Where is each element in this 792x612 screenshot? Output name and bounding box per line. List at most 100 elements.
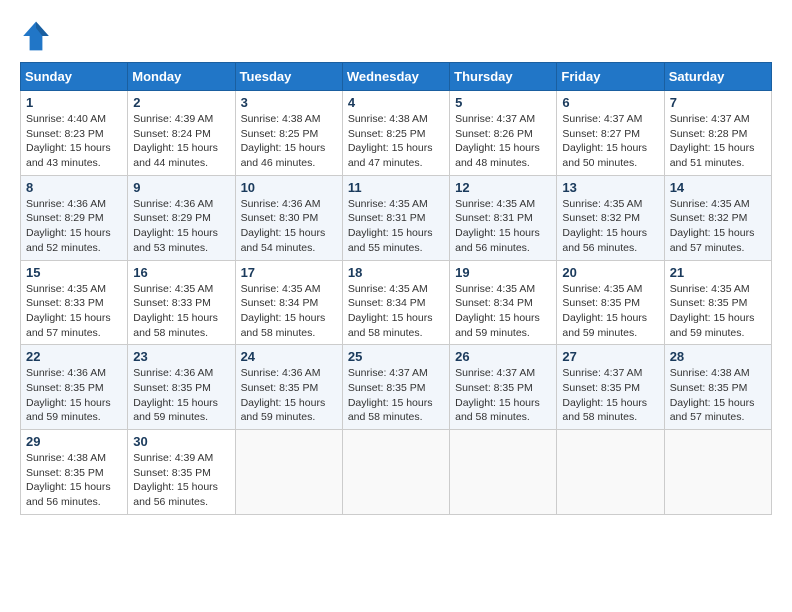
weekday-header-friday: Friday <box>557 63 664 91</box>
calendar-week-5: 29 Sunrise: 4:38 AMSunset: 8:35 PMDayligh… <box>21 430 772 515</box>
calendar-week-4: 22Sunrise: 4:36 AMSunset: 8:35 PMDayligh… <box>21 345 772 430</box>
calendar-week-1: 1Sunrise: 4:40 AMSunset: 8:23 PMDaylight… <box>21 91 772 176</box>
day-info: Sunrise: 4:35 AMSunset: 8:34 PMDaylight:… <box>348 282 444 341</box>
day-info: Sunrise: 4:37 AMSunset: 8:28 PMDaylight:… <box>670 112 766 171</box>
calendar-cell: 7 Sunrise: 4:37 AMSunset: 8:28 PMDaylight… <box>664 91 771 176</box>
day-info: Sunrise: 4:36 AMSunset: 8:35 PMDaylight:… <box>26 366 122 425</box>
day-number: 21 <box>670 265 766 280</box>
weekday-header-monday: Monday <box>128 63 235 91</box>
calendar-cell <box>557 430 664 515</box>
day-info: Sunrise: 4:37 AMSunset: 8:26 PMDaylight:… <box>455 112 551 171</box>
calendar-cell: 3 Sunrise: 4:38 AMSunset: 8:25 PMDaylight… <box>235 91 342 176</box>
calendar-cell: 1Sunrise: 4:40 AMSunset: 8:23 PMDaylight… <box>21 91 128 176</box>
day-number: 24 <box>241 349 337 364</box>
day-number: 16 <box>133 265 229 280</box>
day-info: Sunrise: 4:38 AMSunset: 8:25 PMDaylight:… <box>348 112 444 171</box>
day-info: Sunrise: 4:36 AMSunset: 8:29 PMDaylight:… <box>26 197 122 256</box>
day-number: 7 <box>670 95 766 110</box>
day-number: 20 <box>562 265 658 280</box>
weekday-header-saturday: Saturday <box>664 63 771 91</box>
day-number: 28 <box>670 349 766 364</box>
calendar-cell: 27 Sunrise: 4:37 AMSunset: 8:35 PMDayligh… <box>557 345 664 430</box>
day-number: 13 <box>562 180 658 195</box>
day-number: 27 <box>562 349 658 364</box>
calendar-cell: 17Sunrise: 4:35 AMSunset: 8:34 PMDayligh… <box>235 260 342 345</box>
day-info: Sunrise: 4:37 AMSunset: 8:35 PMDaylight:… <box>455 366 551 425</box>
day-info: Sunrise: 4:38 AMSunset: 8:35 PMDaylight:… <box>670 366 766 425</box>
calendar-cell: 9 Sunrise: 4:36 AMSunset: 8:29 PMDaylight… <box>128 175 235 260</box>
day-info: Sunrise: 4:38 AMSunset: 8:35 PMDaylight:… <box>26 451 122 510</box>
day-info: Sunrise: 4:37 AMSunset: 8:35 PMDaylight:… <box>562 366 658 425</box>
day-info: Sunrise: 4:35 AMSunset: 8:35 PMDaylight:… <box>562 282 658 341</box>
day-info: Sunrise: 4:37 AMSunset: 8:35 PMDaylight:… <box>348 366 444 425</box>
logo <box>20 20 56 52</box>
day-info: Sunrise: 4:35 AMSunset: 8:34 PMDaylight:… <box>241 282 337 341</box>
day-info: Sunrise: 4:36 AMSunset: 8:30 PMDaylight:… <box>241 197 337 256</box>
calendar-cell: 13 Sunrise: 4:35 AMSunset: 8:32 PMDayligh… <box>557 175 664 260</box>
calendar-cell: 26 Sunrise: 4:37 AMSunset: 8:35 PMDayligh… <box>450 345 557 430</box>
calendar-cell: 11 Sunrise: 4:35 AMSunset: 8:31 PMDayligh… <box>342 175 449 260</box>
calendar-cell: 24 Sunrise: 4:36 AMSunset: 8:35 PMDayligh… <box>235 345 342 430</box>
day-info: Sunrise: 4:35 AMSunset: 8:31 PMDaylight:… <box>455 197 551 256</box>
day-number: 12 <box>455 180 551 195</box>
day-info: Sunrise: 4:39 AMSunset: 8:24 PMDaylight:… <box>133 112 229 171</box>
weekday-header-tuesday: Tuesday <box>235 63 342 91</box>
day-number: 9 <box>133 180 229 195</box>
day-number: 30 <box>133 434 229 449</box>
calendar-cell: 14 Sunrise: 4:35 AMSunset: 8:32 PMDayligh… <box>664 175 771 260</box>
day-info: Sunrise: 4:40 AMSunset: 8:23 PMDaylight:… <box>26 112 122 171</box>
calendar-cell: 16 Sunrise: 4:35 AMSunset: 8:33 PMDayligh… <box>128 260 235 345</box>
calendar-cell <box>235 430 342 515</box>
day-info: Sunrise: 4:35 AMSunset: 8:31 PMDaylight:… <box>348 197 444 256</box>
calendar-cell: 18 Sunrise: 4:35 AMSunset: 8:34 PMDayligh… <box>342 260 449 345</box>
calendar-cell <box>664 430 771 515</box>
day-number: 8 <box>26 180 122 195</box>
day-info: Sunrise: 4:35 AMSunset: 8:32 PMDaylight:… <box>562 197 658 256</box>
weekday-header-sunday: Sunday <box>21 63 128 91</box>
calendar-cell: 29 Sunrise: 4:38 AMSunset: 8:35 PMDayligh… <box>21 430 128 515</box>
calendar-cell: 2Sunrise: 4:39 AMSunset: 8:24 PMDaylight… <box>128 91 235 176</box>
calendar-cell: 21 Sunrise: 4:35 AMSunset: 8:35 PMDayligh… <box>664 260 771 345</box>
calendar-cell: 28 Sunrise: 4:38 AMSunset: 8:35 PMDayligh… <box>664 345 771 430</box>
calendar-week-3: 15 Sunrise: 4:35 AMSunset: 8:33 PMDayligh… <box>21 260 772 345</box>
day-number: 14 <box>670 180 766 195</box>
day-number: 15 <box>26 265 122 280</box>
calendar-cell: 10 Sunrise: 4:36 AMSunset: 8:30 PMDayligh… <box>235 175 342 260</box>
calendar-cell <box>342 430 449 515</box>
calendar-cell: 6Sunrise: 4:37 AMSunset: 8:27 PMDaylight… <box>557 91 664 176</box>
day-info: Sunrise: 4:36 AMSunset: 8:35 PMDaylight:… <box>133 366 229 425</box>
calendar-cell: 8 Sunrise: 4:36 AMSunset: 8:29 PMDaylight… <box>21 175 128 260</box>
day-number: 25 <box>348 349 444 364</box>
calendar-week-2: 8 Sunrise: 4:36 AMSunset: 8:29 PMDaylight… <box>21 175 772 260</box>
calendar-cell: 20 Sunrise: 4:35 AMSunset: 8:35 PMDayligh… <box>557 260 664 345</box>
day-info: Sunrise: 4:37 AMSunset: 8:27 PMDaylight:… <box>562 112 658 171</box>
day-number: 5 <box>455 95 551 110</box>
day-info: Sunrise: 4:36 AMSunset: 8:29 PMDaylight:… <box>133 197 229 256</box>
calendar-cell: 5 Sunrise: 4:37 AMSunset: 8:26 PMDaylight… <box>450 91 557 176</box>
day-number: 11 <box>348 180 444 195</box>
day-info: Sunrise: 4:35 AMSunset: 8:35 PMDaylight:… <box>670 282 766 341</box>
day-info: Sunrise: 4:36 AMSunset: 8:35 PMDaylight:… <box>241 366 337 425</box>
day-info: Sunrise: 4:39 AMSunset: 8:35 PMDaylight:… <box>133 451 229 510</box>
weekday-header-row: SundayMondayTuesdayWednesdayThursdayFrid… <box>21 63 772 91</box>
calendar-cell <box>450 430 557 515</box>
calendar-cell: 19 Sunrise: 4:35 AMSunset: 8:34 PMDayligh… <box>450 260 557 345</box>
day-info: Sunrise: 4:38 AMSunset: 8:25 PMDaylight:… <box>241 112 337 171</box>
day-number: 4 <box>348 95 444 110</box>
day-number: 3 <box>241 95 337 110</box>
day-number: 18 <box>348 265 444 280</box>
logo-icon <box>20 20 52 52</box>
header <box>20 20 772 52</box>
day-number: 29 <box>26 434 122 449</box>
calendar-cell: 25 Sunrise: 4:37 AMSunset: 8:35 PMDayligh… <box>342 345 449 430</box>
day-info: Sunrise: 4:35 AMSunset: 8:33 PMDaylight:… <box>133 282 229 341</box>
calendar: SundayMondayTuesdayWednesdayThursdayFrid… <box>20 62 772 515</box>
calendar-cell: 22Sunrise: 4:36 AMSunset: 8:35 PMDayligh… <box>21 345 128 430</box>
day-number: 10 <box>241 180 337 195</box>
day-number: 19 <box>455 265 551 280</box>
day-number: 26 <box>455 349 551 364</box>
calendar-cell: 12 Sunrise: 4:35 AMSunset: 8:31 PMDayligh… <box>450 175 557 260</box>
weekday-header-thursday: Thursday <box>450 63 557 91</box>
day-info: Sunrise: 4:35 AMSunset: 8:32 PMDaylight:… <box>670 197 766 256</box>
day-info: Sunrise: 4:35 AMSunset: 8:34 PMDaylight:… <box>455 282 551 341</box>
